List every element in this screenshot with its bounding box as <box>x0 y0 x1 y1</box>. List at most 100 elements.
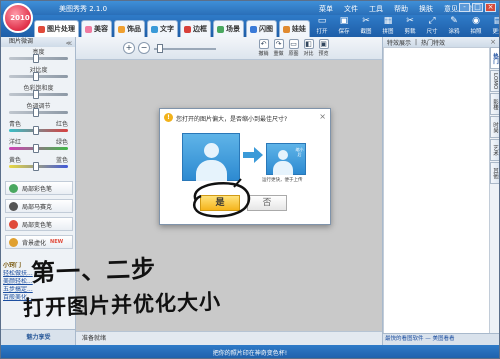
slider-right-label: 蓝色 <box>55 157 68 164</box>
menu-icon: ▤ <box>493 16 499 26</box>
camera-icon: ◉ <box>472 16 480 26</box>
text-icon <box>151 25 158 33</box>
yes-button[interactable]: 是 <box>200 195 240 211</box>
slider-thumb[interactable] <box>32 126 39 135</box>
crop-icon: ✂ <box>406 16 414 26</box>
tab-accessories[interactable]: 饰品 <box>114 20 145 37</box>
close-icon[interactable]: × <box>490 38 496 46</box>
more-button[interactable]: ▤更多 <box>487 16 499 37</box>
palette-icon <box>9 219 18 229</box>
slider-thumb[interactable] <box>32 144 39 153</box>
cyan-red-slider[interactable]: 青色 红色 <box>1 119 75 137</box>
zoom-out-button[interactable]: − <box>138 42 150 54</box>
zoom-slider-thumb[interactable] <box>157 44 163 53</box>
zoom-slider-track[interactable] <box>154 48 216 50</box>
person-head <box>278 150 288 160</box>
vtab-studio[interactable]: 影楼 <box>490 93 499 115</box>
tab-beauty[interactable]: 美容 <box>81 20 112 37</box>
resize-dialog: ! 您打开的图片偏大，是否缩小到最佳尺寸? × 缩小后 运行更快，便于上传 是 … <box>159 108 331 225</box>
close-button[interactable]: × <box>485 3 496 12</box>
vtab-other[interactable]: 其他 <box>490 162 499 184</box>
status-bar: 把你的照片印在神奇变色杯! <box>1 345 499 358</box>
menu-item-help[interactable]: 帮助 <box>394 4 408 14</box>
brightness-slider[interactable]: 亮度 <box>1 47 75 65</box>
tab-photo-edit[interactable]: 图片处理 <box>34 20 79 37</box>
tab-text[interactable]: 文字 <box>147 20 178 37</box>
promo-banner[interactable]: 魅力享受 <box>1 329 75 345</box>
resize-button[interactable]: ⤢ 尺寸 <box>421 16 443 37</box>
vtab-hot[interactable]: 热门 <box>490 47 499 69</box>
preview-button[interactable]: ▣ 预览 <box>316 39 331 59</box>
hue-slider[interactable]: 色调调节 <box>1 101 75 119</box>
zoom-in-button[interactable]: + <box>123 42 135 54</box>
effects-panel-header: 特效展示 | 热门特效 × <box>383 37 499 47</box>
magenta-green-slider[interactable]: 洋红 绿色 <box>1 137 75 155</box>
canvas-status: 准备就绪 <box>76 331 382 345</box>
original-button[interactable]: ▭ 原图 <box>286 39 301 59</box>
local-color-pen-button[interactable]: 局部彩色笔 <box>5 181 73 195</box>
slider-right-label: 绿色 <box>55 139 68 146</box>
promo-link[interactable]: 最快的看图软件 — 美图看看 <box>383 333 499 345</box>
main-toolbar: ▭打开 ▣保存 ✂截图 ▦拼图 ✂剪裁 ⤢尺寸 ✎涂鸦 ◉拍照 ▤更多 <box>311 16 499 37</box>
screenshot-button[interactable]: ✂ 截图 <box>355 16 377 37</box>
slider-thumb[interactable] <box>32 72 39 81</box>
slider-thumb[interactable] <box>32 108 39 117</box>
redo-button[interactable]: ↷ 重做 <box>271 39 286 59</box>
separator: | <box>415 38 418 46</box>
tab-flash[interactable]: 闪图 <box>246 20 277 37</box>
effect-category-tabs: 热门 LOMO 影楼 时尚 艺术 其他 <box>490 47 499 185</box>
undo-button[interactable]: ↶ 撤销 <box>256 39 271 59</box>
open-button[interactable]: ▭ 打开 <box>311 16 333 37</box>
slider-left-label: 青色 <box>9 121 22 128</box>
menu-item-tools[interactable]: 工具 <box>369 4 383 14</box>
camera-button[interactable]: ◉ 拍照 <box>465 16 487 37</box>
vtab-art[interactable]: 艺术 <box>490 139 499 161</box>
effects-panel: 特效展示 | 热门特效 × 热门 LOMO 影楼 时尚 艺术 其他 最快的看图软… <box>382 37 499 345</box>
saturation-slider[interactable]: 色彩饱和度 <box>1 83 75 101</box>
vtab-lomo[interactable]: LOMO <box>490 70 499 92</box>
pencil-icon: ✎ <box>450 16 458 26</box>
menu-item-menu[interactable]: 菜单 <box>319 4 333 14</box>
effects-thumbnails[interactable] <box>383 47 490 335</box>
tab-doll[interactable]: 娃娃 <box>279 20 310 37</box>
tab-scene[interactable]: 场景 <box>213 20 244 37</box>
large-photo-icon <box>182 133 240 181</box>
dialog-close-icon[interactable]: × <box>319 112 326 121</box>
yellow-blue-slider[interactable]: 黄色 蓝色 <box>1 155 75 173</box>
contrast-slider[interactable]: 对比度 <box>1 65 75 83</box>
menu-item-skin[interactable]: 换肤 <box>419 4 433 14</box>
status-promo[interactable]: 把你的照片印在神奇变色杯! <box>1 348 499 357</box>
tab-border[interactable]: 边框 <box>180 20 211 37</box>
slider-thumb[interactable] <box>32 90 39 99</box>
collage-button[interactable]: ▦ 拼图 <box>377 16 399 37</box>
maximize-button[interactable]: □ <box>472 3 483 12</box>
frame-icon <box>184 25 191 33</box>
heart-icon <box>85 25 92 33</box>
feature-tabs: 图片处理 美容 饰品 文字 边框 场景 闪图 娃娃 <box>34 20 310 37</box>
local-recolor-pen-button[interactable]: 局部变色笔 <box>5 217 73 231</box>
crop-button[interactable]: ✂ 剪裁 <box>399 16 421 37</box>
minimize-button[interactable]: - <box>459 3 470 12</box>
resize-icon: ⤢ <box>428 16 436 26</box>
tab-hot-effects[interactable]: 热门特效 <box>421 38 445 47</box>
slider-thumb[interactable] <box>32 162 39 171</box>
save-icon: ▣ <box>339 16 349 26</box>
person-body <box>273 161 293 175</box>
scene-icon <box>217 25 224 33</box>
step-annotation: 第一、二步 <box>30 254 157 288</box>
arrow-right-icon <box>243 147 263 163</box>
slider-right-label: 红色 <box>55 121 68 128</box>
slider-thumb[interactable] <box>32 54 39 63</box>
menu-item-file[interactable]: 文件 <box>344 4 358 14</box>
canvas-toolbar: + − ↶ 撤销 ↷ 重做 ▭ 原图 ◧ 对比 ▣ 预览 <box>76 37 382 60</box>
tab-effects-show[interactable]: 特效展示 <box>387 38 411 47</box>
doodle-button[interactable]: ✎ 涂鸦 <box>443 16 465 37</box>
compare-button[interactable]: ◧ 对比 <box>301 39 316 59</box>
save-button[interactable]: ▣ 保存 <box>333 16 355 37</box>
background-blur-button[interactable]: 背景虚化 NEW <box>5 235 73 249</box>
no-button[interactable]: 否 <box>247 195 287 211</box>
vtab-fashion[interactable]: 时尚 <box>490 116 499 138</box>
local-mosaic-button[interactable]: 局部马赛克 <box>5 199 73 213</box>
tab-label: 边框 <box>193 25 207 33</box>
logo-text: 2010 <box>10 14 30 22</box>
